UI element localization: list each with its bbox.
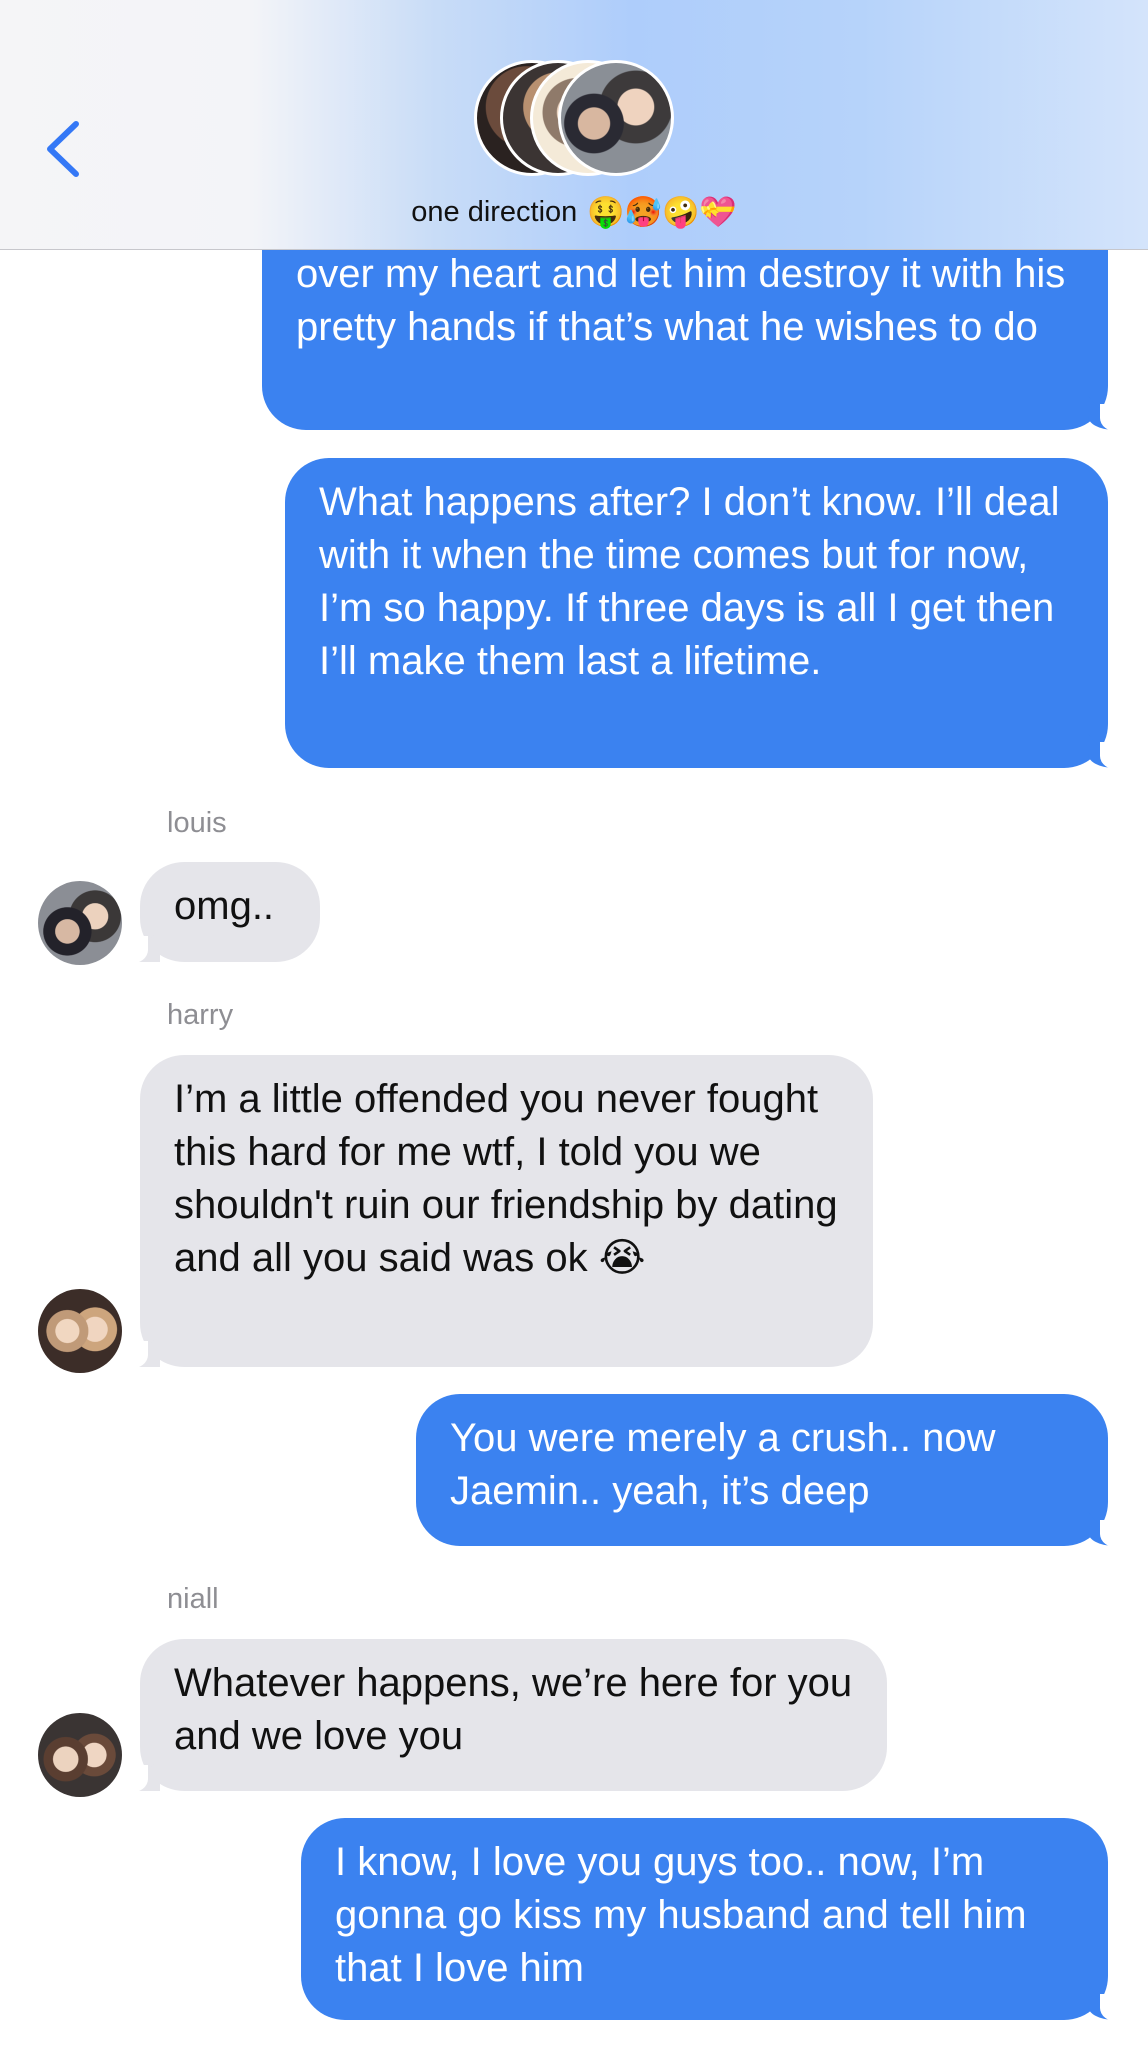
incoming-message-bubble[interactable]: omg.. — [126, 862, 320, 964]
message-text: omg.. — [174, 884, 275, 928]
group-avatar-stack[interactable] — [474, 60, 674, 180]
message-text: Whatever happens, we’re here for you and… — [174, 1661, 853, 1758]
message-text: over my heart and let him destroy it wit… — [296, 252, 1066, 349]
back-chevron-icon[interactable] — [40, 118, 92, 180]
incoming-message-bubble[interactable]: I’m a little offended you never fought t… — [126, 1055, 873, 1369]
outgoing-message-bubble[interactable]: I know, I love you guys too.. now, I’m g… — [301, 1818, 1122, 2022]
member-avatar — [558, 60, 674, 176]
group-title[interactable]: one direction 🤑🥵🤪💝 — [0, 195, 1148, 230]
harry-avatar[interactable] — [38, 1289, 122, 1373]
sender-name: louis — [167, 807, 227, 839]
message-text: You were merely a crush.. now Jaemin.. y… — [450, 1416, 996, 1513]
incoming-message-bubble[interactable]: Whatever happens, we’re here for you and… — [126, 1639, 887, 1793]
message-text: I’m a little offended you never fought t… — [174, 1077, 838, 1280]
outgoing-message-bubble[interactable]: What happens after? I don’t know. I’ll d… — [285, 458, 1122, 770]
niall-avatar[interactable] — [38, 1713, 122, 1797]
outgoing-message-bubble[interactable]: You were merely a crush.. now Jaemin.. y… — [416, 1394, 1122, 1548]
conversation-header: one direction 🤑🥵🤪💝 — [0, 0, 1148, 250]
louis-avatar[interactable] — [38, 881, 122, 965]
group-emojis: 🤑🥵🤪💝 — [587, 196, 737, 229]
group-name: one direction — [411, 196, 578, 228]
sender-name: harry — [167, 999, 234, 1031]
message-text: I know, I love you guys too.. now, I’m g… — [335, 1840, 1027, 1990]
message-text: What happens after? I don’t know. I’ll d… — [319, 480, 1060, 683]
sender-name: niall — [167, 1583, 219, 1615]
